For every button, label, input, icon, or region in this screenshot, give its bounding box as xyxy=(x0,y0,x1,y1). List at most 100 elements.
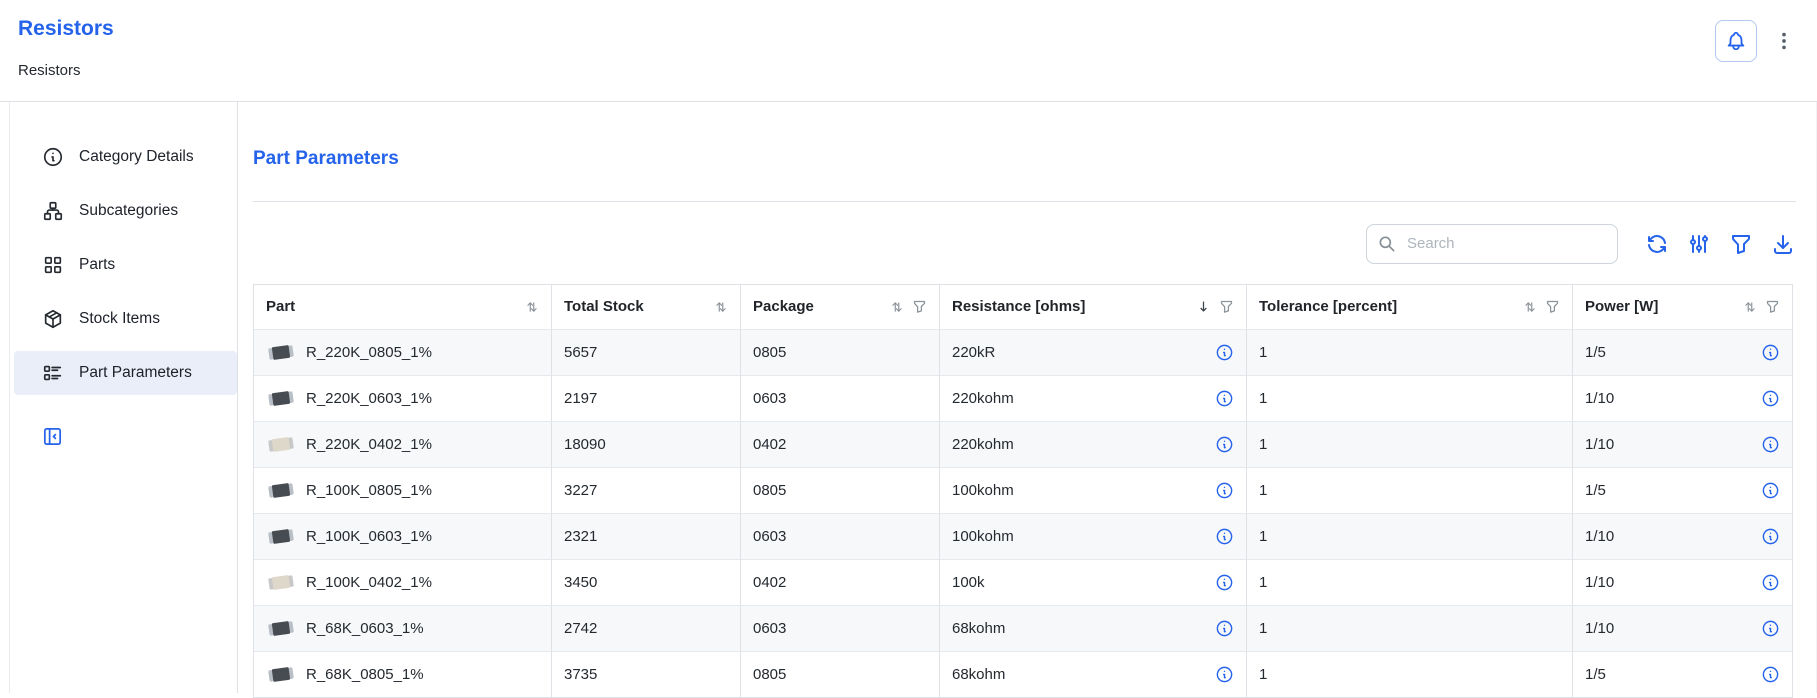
part-thumbnail xyxy=(266,342,296,363)
column-header-total-stock[interactable]: Total Stock xyxy=(552,285,741,329)
column-header-part[interactable]: Part xyxy=(254,285,552,329)
cell-resistance: 220kohm xyxy=(940,376,1247,421)
info-icon[interactable] xyxy=(1761,665,1780,684)
cell-total-stock: 3227 xyxy=(552,468,741,513)
resistance-value: 100kohm xyxy=(952,528,1014,545)
cell-part: R_100K_0805_1% xyxy=(254,468,552,513)
info-icon[interactable] xyxy=(1761,435,1780,454)
cell-total-stock: 2197 xyxy=(552,376,741,421)
power-value: 1/10 xyxy=(1585,436,1614,453)
page-header: Resistors Resistors xyxy=(0,0,1817,102)
cell-part: R_100K_0603_1% xyxy=(254,514,552,559)
table-row[interactable]: R_100K_0603_1% 2321 0603 100kohm 1 1/10 xyxy=(254,513,1792,559)
info-icon[interactable] xyxy=(1761,343,1780,362)
part-thumbnail xyxy=(266,388,296,409)
info-icon[interactable] xyxy=(1215,573,1234,592)
cell-tolerance: 1 xyxy=(1247,652,1573,697)
search-input[interactable] xyxy=(1405,234,1607,253)
sidebar-item-category-details[interactable]: Category Details xyxy=(14,135,237,179)
part-name: R_220K_0603_1% xyxy=(306,390,432,407)
sidebar-item-stock-items[interactable]: Stock Items xyxy=(14,297,237,341)
table-row[interactable]: R_100K_0402_1% 3450 0402 100k 1 1/10 xyxy=(254,559,1792,605)
sort-icon xyxy=(525,300,539,314)
cell-part: R_100K_0402_1% xyxy=(254,560,552,605)
refresh-icon xyxy=(1645,232,1669,256)
notifications-button[interactable] xyxy=(1715,20,1757,62)
sidebar-collapse-button[interactable] xyxy=(41,425,64,448)
cell-package: 0402 xyxy=(741,560,940,605)
sidebar-item-subcategories[interactable]: Subcategories xyxy=(14,189,237,233)
cell-power: 1/10 xyxy=(1573,606,1792,651)
cell-package: 0805 xyxy=(741,330,940,375)
power-value: 1/10 xyxy=(1585,574,1614,591)
part-name: R_100K_0402_1% xyxy=(306,574,432,591)
download-button[interactable] xyxy=(1770,231,1796,257)
power-value: 1/5 xyxy=(1585,344,1606,361)
info-icon[interactable] xyxy=(1761,573,1780,592)
column-header-power[interactable]: Power [W] xyxy=(1573,285,1792,329)
cell-resistance: 68kohm xyxy=(940,606,1247,651)
cell-power: 1/5 xyxy=(1573,652,1792,697)
column-header-tolerance[interactable]: Tolerance [percent] xyxy=(1247,285,1573,329)
cell-resistance: 100kohm xyxy=(940,514,1247,559)
info-icon[interactable] xyxy=(1215,481,1234,500)
power-value: 1/10 xyxy=(1585,620,1614,637)
resistance-value: 220kohm xyxy=(952,436,1014,453)
cell-resistance: 220kohm xyxy=(940,422,1247,467)
resistance-value: 100k xyxy=(952,574,985,591)
sidebar-item-parts[interactable]: Parts xyxy=(14,243,237,287)
refresh-button[interactable] xyxy=(1644,231,1670,257)
table-body: R_220K_0805_1% 5657 0805 220kR 1 1/5 xyxy=(254,329,1792,697)
resistance-value: 220kR xyxy=(952,344,995,361)
column-filter-icon[interactable] xyxy=(1219,299,1234,314)
part-name: R_68K_0603_1% xyxy=(306,620,424,637)
power-value: 1/10 xyxy=(1585,528,1614,545)
info-icon[interactable] xyxy=(1761,389,1780,408)
sort-icon xyxy=(890,300,904,314)
section-title: Part Parameters xyxy=(253,148,1796,171)
adjustments-icon xyxy=(1687,232,1711,256)
cell-part: R_68K_0603_1% xyxy=(254,606,552,651)
breadcrumb[interactable]: Resistors xyxy=(18,62,114,79)
info-icon[interactable] xyxy=(1215,343,1234,362)
column-filter-icon[interactable] xyxy=(912,299,927,314)
table-row[interactable]: R_220K_0805_1% 5657 0805 220kR 1 1/5 xyxy=(254,329,1792,375)
cell-total-stock: 3735 xyxy=(552,652,741,697)
info-icon[interactable] xyxy=(1215,527,1234,546)
cell-package: 0603 xyxy=(741,514,940,559)
cell-total-stock: 18090 xyxy=(552,422,741,467)
info-icon[interactable] xyxy=(1215,619,1234,638)
bell-icon xyxy=(1725,30,1747,52)
table-row[interactable]: R_220K_0603_1% 2197 0603 220kohm 1 1/10 xyxy=(254,375,1792,421)
cell-resistance: 100kohm xyxy=(940,468,1247,513)
overflow-menu-button[interactable] xyxy=(1771,28,1797,54)
table-row[interactable]: R_68K_0603_1% 2742 0603 68kohm 1 1/10 xyxy=(254,605,1792,651)
info-icon[interactable] xyxy=(1215,435,1234,454)
power-value: 1/5 xyxy=(1585,482,1606,499)
info-icon[interactable] xyxy=(1215,665,1234,684)
info-icon[interactable] xyxy=(1761,481,1780,500)
table-options-button[interactable] xyxy=(1686,231,1712,257)
table-row[interactable]: R_68K_0805_1% 3735 0805 68kohm 1 1/5 xyxy=(254,651,1792,697)
resistance-value: 68kohm xyxy=(952,666,1005,683)
cell-power: 1/10 xyxy=(1573,376,1792,421)
info-icon[interactable] xyxy=(1761,619,1780,638)
column-header-resistance[interactable]: Resistance [ohms] xyxy=(940,285,1247,329)
column-header-package[interactable]: Package xyxy=(741,285,940,329)
column-filter-icon[interactable] xyxy=(1765,299,1780,314)
part-name: R_68K_0805_1% xyxy=(306,666,424,683)
cell-total-stock: 5657 xyxy=(552,330,741,375)
cell-resistance: 220kR xyxy=(940,330,1247,375)
info-icon[interactable] xyxy=(1761,527,1780,546)
cell-total-stock: 3450 xyxy=(552,560,741,605)
sitemap-icon xyxy=(42,200,64,222)
sidebar-item-label: Stock Items xyxy=(79,310,160,328)
table-row[interactable]: R_220K_0402_1% 18090 0402 220kohm 1 1/10 xyxy=(254,421,1792,467)
sidebar-item-part-parameters[interactable]: Part Parameters xyxy=(14,351,237,395)
search-icon xyxy=(1377,234,1397,254)
filter-button[interactable] xyxy=(1728,231,1754,257)
column-filter-icon[interactable] xyxy=(1545,299,1560,314)
cell-total-stock: 2321 xyxy=(552,514,741,559)
info-icon[interactable] xyxy=(1215,389,1234,408)
table-row[interactable]: R_100K_0805_1% 3227 0805 100kohm 1 1/5 xyxy=(254,467,1792,513)
